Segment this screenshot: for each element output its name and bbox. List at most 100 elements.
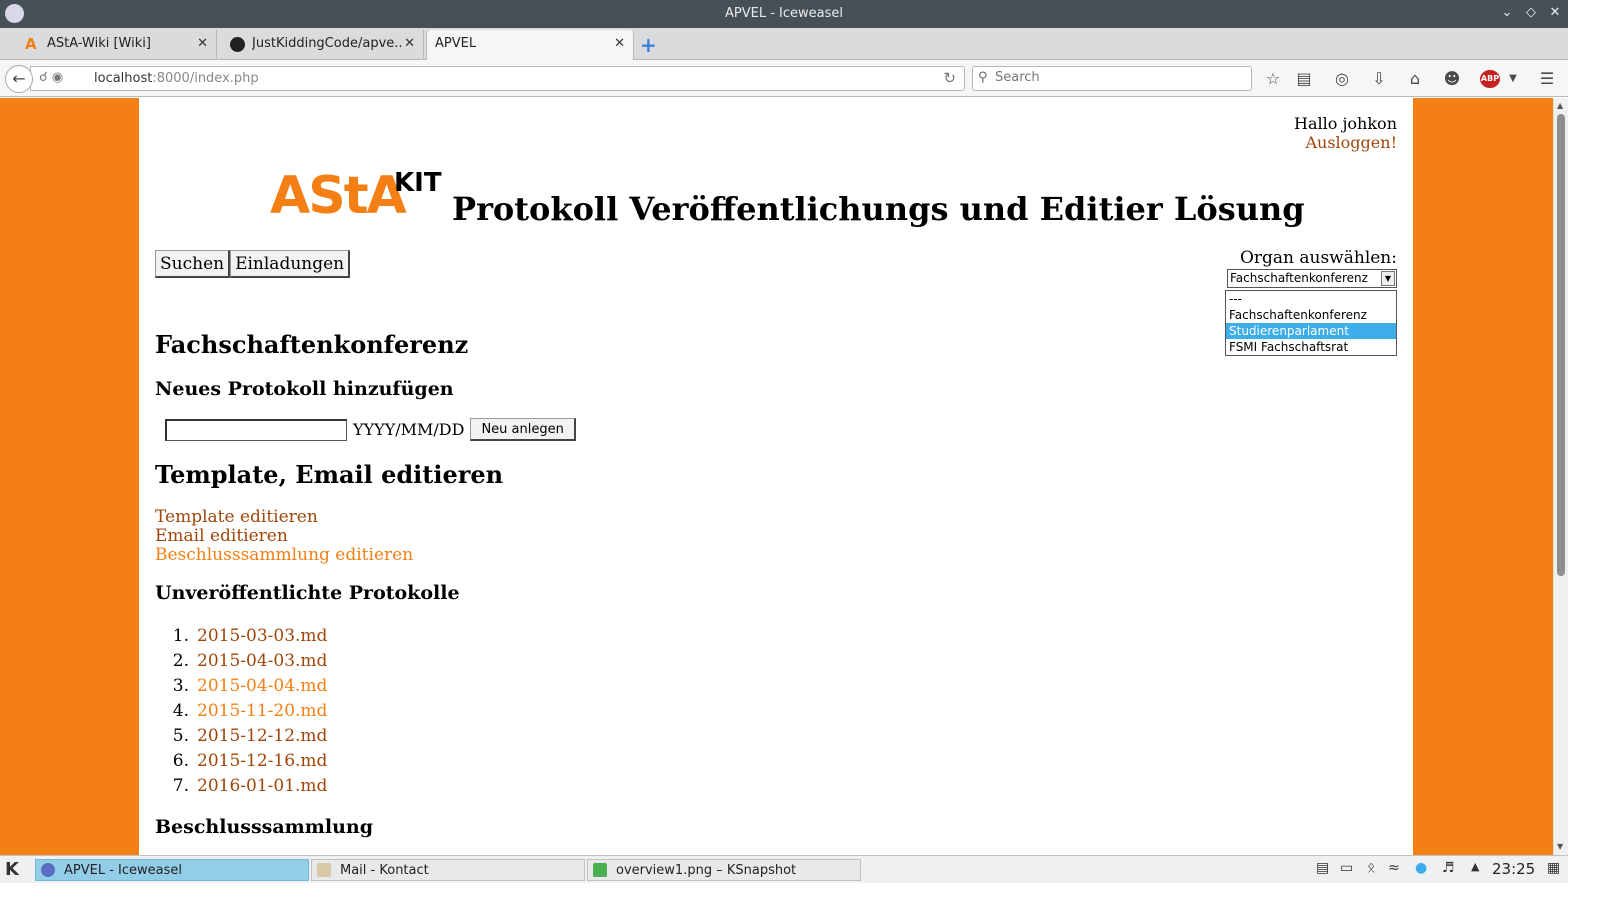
new-protocol-heading: Neues Protokoll hinzufügen [155,378,454,400]
date-format-hint: YYYY/MM/DD [353,420,465,439]
organ-option-highlighted[interactable]: Studierenparlament [1226,323,1396,339]
main-menu: Suchen Einladungen [155,250,351,278]
scroll-up-icon[interactable]: ▲ [1557,101,1563,110]
network-icon[interactable]: ≈ [1388,860,1400,876]
edit-email-link[interactable]: Email editieren [155,527,413,546]
tab-apvel[interactable]: APVEL ✕ [426,30,634,60]
list-item: 1. 2015-03-03.md [172,626,328,646]
protocol-link[interactable]: 2015-04-04.md [197,676,327,696]
home-icon[interactable]: ⌂ [1404,68,1426,90]
list-item: 7. 2016-01-01.md [172,776,328,796]
adblock-plus-icon[interactable]: ABP [1480,70,1500,88]
chat-icon[interactable]: ☻ [1441,68,1463,90]
task-kontact[interactable]: Mail - Kontact [311,859,585,881]
new-tab-icon[interactable]: + [640,33,657,57]
tab-asta-wiki[interactable]: A AStA-Wiki [Wiki] ✕ [17,30,217,60]
protocol-link[interactable]: 2015-12-16.md [197,751,327,771]
protocol-link[interactable]: 2015-04-03.md [197,651,327,671]
mail-icon [317,863,331,877]
protocol-link[interactable]: 2015-11-20.md [197,701,327,721]
asta-kit-logo: AStA KIT [270,166,442,226]
minimize-icon[interactable]: ⌄ [1498,4,1516,22]
scroll-down-icon[interactable]: ▼ [1557,842,1563,851]
clock: 23:25 [1492,860,1536,878]
task-ksnapshot[interactable]: overview1.png – KSnapshot [587,859,861,881]
github-icon [230,37,245,52]
new-protocol-form: YYYY/MM/DD Neu anlegen [165,418,576,441]
ksnapshot-icon [593,863,607,877]
battery-icon[interactable]: ▭ [1340,860,1353,876]
bluetooth-icon[interactable]: ᛟ [1367,860,1375,876]
logout-link[interactable]: Ausloggen! [1305,133,1397,152]
updates-icon[interactable]: ● [1415,860,1427,876]
search-input[interactable] [995,70,1235,85]
edit-decisions-link[interactable]: Beschlusssammlung editieren [155,546,413,565]
tab-label: AStA-Wiki [Wiki] [47,36,151,51]
list-item: 3. 2015-04-04.md [172,676,328,696]
adblock-dropdown-icon[interactable]: ▼ [1502,68,1524,90]
tray-expand-icon[interactable]: ▲ [1471,860,1479,873]
maximize-icon[interactable]: ◇ [1522,4,1540,22]
unpublished-heading: Unveröffentlichte Protokolle [155,582,460,604]
close-tab-icon[interactable]: ✕ [197,36,208,51]
window-title: APVEL - Iceweasel [725,6,843,21]
back-button[interactable]: ← [5,65,33,93]
clipboard-icon[interactable]: ▤ [1316,860,1329,876]
edit-template-link[interactable]: Template editieren [155,508,413,527]
page-title: Protokoll Veröffentlichungs und Editier … [452,190,1305,228]
asta-favicon-icon: A [25,35,37,53]
downloads-icon[interactable]: ⇩ [1368,68,1390,90]
invitations-button[interactable]: Einladungen [230,250,351,278]
organ-label: Organ auswählen: [1239,248,1397,268]
bookmark-star-icon[interactable]: ☆ [1262,68,1284,90]
iceweasel-icon [41,863,55,877]
organ-option[interactable]: --- [1226,291,1396,307]
menu-hamburger-icon[interactable]: ☰ [1536,68,1558,90]
tab-bar: A AStA-Wiki [Wiki] ✕ JustKiddingCode/apv… [0,28,1568,60]
user-box: Hallo johkon Ausloggen! [1294,114,1397,152]
organ-option[interactable]: Fachschaftenkonferenz [1226,307,1396,323]
protocol-link[interactable]: 2015-12-12.md [197,726,327,746]
create-button[interactable]: Neu anlegen [470,418,576,441]
scrollbar-thumb[interactable] [1557,114,1565,576]
navigation-bar: ☌ ◉ localhost:8000/index.php ↻ ← ⚲ ☆ ▤ ◎… [0,60,1568,97]
date-input[interactable] [165,418,347,441]
search-icon: ⚲ [978,70,988,85]
protocol-link[interactable]: 2015-03-03.md [197,626,327,646]
tab-github[interactable]: JustKiddingCode/apve... ✕ [222,30,424,60]
close-tab-icon[interactable]: ✕ [614,36,625,51]
list-item: 2. 2015-04-03.md [172,651,328,671]
pocket-icon[interactable]: ◎ [1331,68,1353,90]
kde-launcher-icon[interactable]: K [5,859,19,880]
url-text[interactable]: localhost:8000/index.php [94,71,259,86]
reading-list-icon[interactable]: ▤ [1293,68,1315,90]
list-item: 5. 2015-12-12.md [172,726,328,746]
taskbar: K APVEL - Iceweasel Mail - Kontact overv… [0,855,1568,883]
task-iceweasel[interactable]: APVEL - Iceweasel [35,859,309,881]
list-item: 4. 2015-11-20.md [172,701,328,721]
list-item: 6. 2015-12-16.md [172,751,328,771]
reload-icon[interactable]: ↻ [943,69,956,87]
tab-label: JustKiddingCode/apve... [252,36,402,51]
volume-icon[interactable]: ♬ [1442,860,1455,876]
protocol-link[interactable]: 2016-01-01.md [197,776,327,796]
window-titlebar: APVEL - Iceweasel ⌄ ◇ ✕ [0,0,1568,28]
close-window-icon[interactable]: ✕ [1546,4,1564,22]
organ-heading: Fachschaftenkonferenz [155,330,469,359]
edit-links: Template editieren Email editieren Besch… [155,508,413,565]
page-viewport: Hallo johkon Ausloggen! AStA KIT Protoko… [0,98,1553,855]
decisions-heading: Beschlusssammlung [155,816,373,838]
organ-selector: Organ auswählen: Fachschaftenkonferenz ▼ [1227,248,1397,288]
url-bar[interactable]: ☌ ◉ localhost:8000/index.php ↻ [30,66,965,91]
close-tab-icon[interactable]: ✕ [404,36,415,51]
page-scrollbar[interactable]: ▲ ▼ [1553,98,1568,855]
desktop-icon[interactable]: ▦ [1547,860,1560,876]
search-button[interactable]: Suchen [155,250,231,278]
site-identity-icon[interactable]: ☌ ◉ [39,70,63,85]
organ-select[interactable]: Fachschaftenkonferenz ▼ [1227,269,1397,288]
search-bar[interactable]: ⚲ [972,66,1252,91]
organ-dropdown-list: --- Fachschaftenkonferenz Studierenparla… [1225,290,1397,356]
organ-option[interactable]: FSMI Fachschaftsrat [1226,339,1396,355]
chevron-down-icon[interactable]: ▼ [1381,271,1395,286]
page-content: Hallo johkon Ausloggen! AStA KIT Protoko… [139,98,1413,855]
